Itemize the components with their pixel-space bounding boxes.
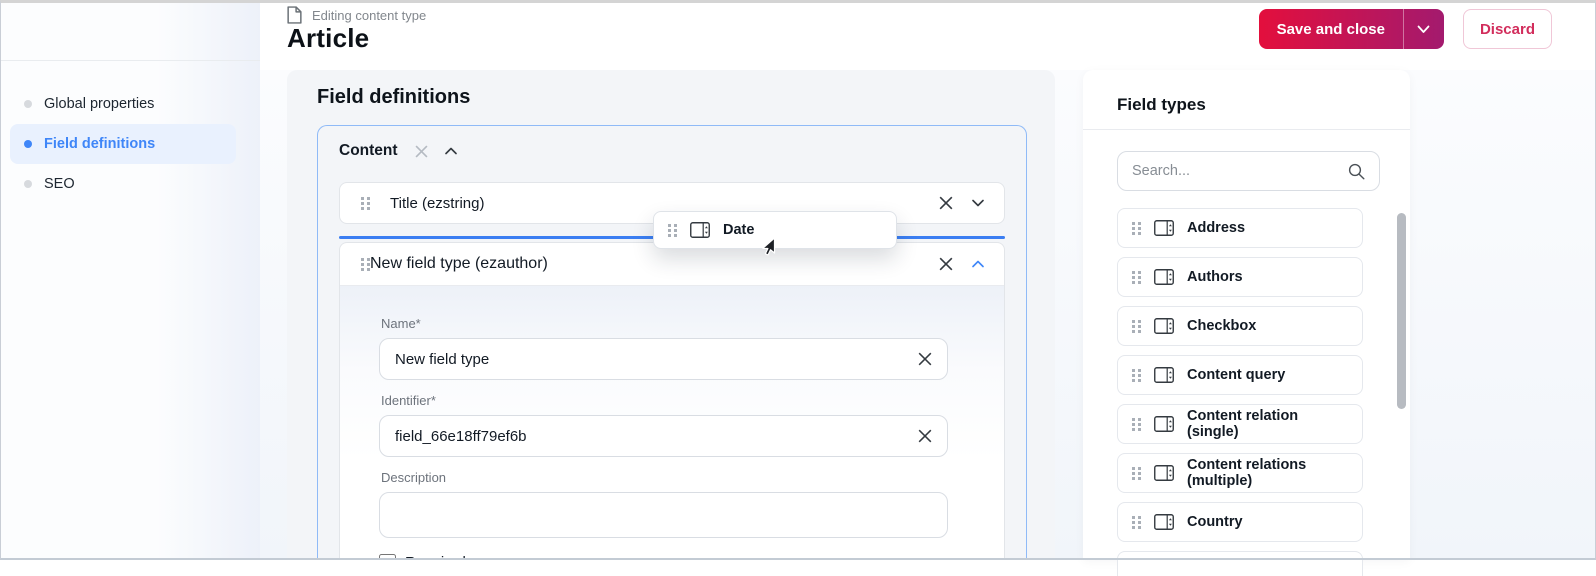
field-type-label: Authors <box>1187 269 1243 285</box>
discard-button[interactable]: Discard <box>1463 9 1552 49</box>
field-type-label: Address <box>1187 220 1245 236</box>
field-type-icon <box>690 222 710 238</box>
close-icon[interactable] <box>415 145 428 158</box>
field-types-list: Address Authors <box>1117 208 1363 542</box>
field-type-icon <box>1154 269 1174 285</box>
drag-handle-icon[interactable] <box>361 197 370 210</box>
field-type-item[interactable]: Authors <box>1117 257 1363 297</box>
context-row: Editing content type <box>287 6 426 24</box>
remove-field-icon[interactable] <box>939 196 953 210</box>
drag-handle-icon[interactable] <box>1132 271 1141 284</box>
search-icon <box>1348 163 1365 180</box>
drag-handle-icon[interactable] <box>668 224 677 237</box>
field-type-item[interactable]: Address <box>1117 208 1363 248</box>
field-type-icon <box>1154 220 1174 236</box>
discard-label: Discard <box>1480 21 1535 38</box>
collapse-field-icon[interactable] <box>972 260 984 268</box>
nav-dot-icon <box>24 180 32 188</box>
field-type-item[interactable]: Checkbox <box>1117 306 1363 346</box>
drag-handle-icon[interactable] <box>1132 369 1141 382</box>
field-type-item[interactable]: Content relations (multiple) <box>1117 453 1363 493</box>
scrollbar-thumb[interactable] <box>1397 213 1406 409</box>
search-input[interactable] <box>1132 163 1348 179</box>
identifier-field[interactable] <box>395 428 918 445</box>
field-types-scroll-area: Address Authors <box>1117 208 1363 576</box>
description-field[interactable] <box>395 501 932 529</box>
expanded-field-header[interactable]: New field type (ezauthor) <box>340 243 1004 286</box>
nav-dot-icon <box>24 100 32 108</box>
drag-handle-icon[interactable] <box>1132 222 1141 235</box>
save-options-toggle[interactable] <box>1403 9 1444 49</box>
context-label: Editing content type <box>312 8 426 23</box>
drag-handle-icon[interactable] <box>1132 516 1141 529</box>
search-field-shell <box>1117 151 1380 191</box>
collapse-group-icon[interactable] <box>445 147 457 155</box>
field-type-icon <box>1154 416 1174 432</box>
section-title: Field definitions <box>317 86 470 109</box>
description-field-shell <box>379 492 948 538</box>
expanded-field-body: Name* Identifier* Descriptio <box>340 286 1004 560</box>
clear-name-icon[interactable] <box>918 352 932 366</box>
description-label: Description <box>381 470 948 485</box>
document-icon <box>287 6 302 24</box>
field-type-item[interactable]: Content query <box>1117 355 1363 395</box>
save-and-close-label[interactable]: Save and close <box>1259 9 1403 49</box>
name-field[interactable] <box>395 351 918 368</box>
required-checkbox[interactable] <box>379 554 396 560</box>
identifier-label: Identifier* <box>381 393 948 408</box>
field-group-name: Content <box>339 142 398 160</box>
drag-handle-icon[interactable] <box>1132 467 1141 480</box>
panel-title: Field types <box>1083 70 1410 130</box>
nav-dot-icon <box>24 140 32 148</box>
anchor-nav: Global properties Field definitions SEO <box>0 61 260 204</box>
page-header: Editing content type Article Save and cl… <box>260 0 1596 70</box>
field-row-new-field-type: New field type (ezauthor) Name* <box>339 242 1005 560</box>
chevron-down-icon <box>1417 25 1430 34</box>
nav-item-label: SEO <box>44 176 75 192</box>
field-row-label: Title (ezstring) <box>390 195 484 212</box>
field-type-item-partial[interactable] <box>1117 551 1363 576</box>
field-group-header: Content <box>318 132 1026 170</box>
field-type-item[interactable]: Content relation (single) <box>1117 404 1363 444</box>
drag-handle-icon[interactable] <box>1132 418 1141 431</box>
required-row: Required <box>379 554 948 560</box>
header-actions: Save and close Discard <box>1259 9 1552 49</box>
field-type-label: Content query <box>1187 367 1285 383</box>
sidebar-item-global-properties[interactable]: Global properties <box>10 84 236 124</box>
nav-item-label: Global properties <box>44 96 154 112</box>
drag-handle-icon[interactable] <box>1132 320 1141 333</box>
sidebar-item-field-definitions[interactable]: Field definitions <box>10 124 236 164</box>
save-and-close-button[interactable]: Save and close <box>1259 9 1444 49</box>
expand-field-icon[interactable] <box>972 199 984 207</box>
field-definitions-panel: Field definitions Content Title (ezstrin… <box>287 70 1055 560</box>
field-type-item[interactable]: Country <box>1117 502 1363 542</box>
nav-item-label: Field definitions <box>44 136 155 152</box>
field-type-label: Country <box>1187 514 1243 530</box>
sidebar-item-seo[interactable]: SEO <box>10 164 236 204</box>
field-row-label: New field type (ezauthor) <box>370 255 548 273</box>
field-type-icon <box>1154 318 1174 334</box>
field-type-label: Content relations (multiple) <box>1187 457 1350 489</box>
name-label: Name* <box>381 316 948 331</box>
sidebar-header <box>0 0 260 61</box>
field-type-icon <box>1154 465 1174 481</box>
remove-field-icon[interactable] <box>939 257 953 271</box>
identifier-field-shell <box>379 415 948 457</box>
field-type-icon <box>1154 367 1174 383</box>
field-type-label: Checkbox <box>1187 318 1256 334</box>
name-field-shell <box>379 338 948 380</box>
field-group-content: Content Title (ezstring) <box>317 125 1027 560</box>
page-title: Article <box>287 23 369 54</box>
field-type-icon <box>1154 514 1174 530</box>
cursor-icon <box>761 237 779 256</box>
field-types-panel: Field types Address <box>1083 70 1410 560</box>
field-type-label: Content relation (single) <box>1187 408 1350 440</box>
left-sidebar: Global properties Field definitions SEO <box>0 0 260 560</box>
required-label[interactable]: Required <box>405 554 466 560</box>
drag-handle-icon[interactable] <box>361 258 370 271</box>
dragged-field-label: Date <box>723 222 754 238</box>
clear-identifier-icon[interactable] <box>918 429 932 443</box>
